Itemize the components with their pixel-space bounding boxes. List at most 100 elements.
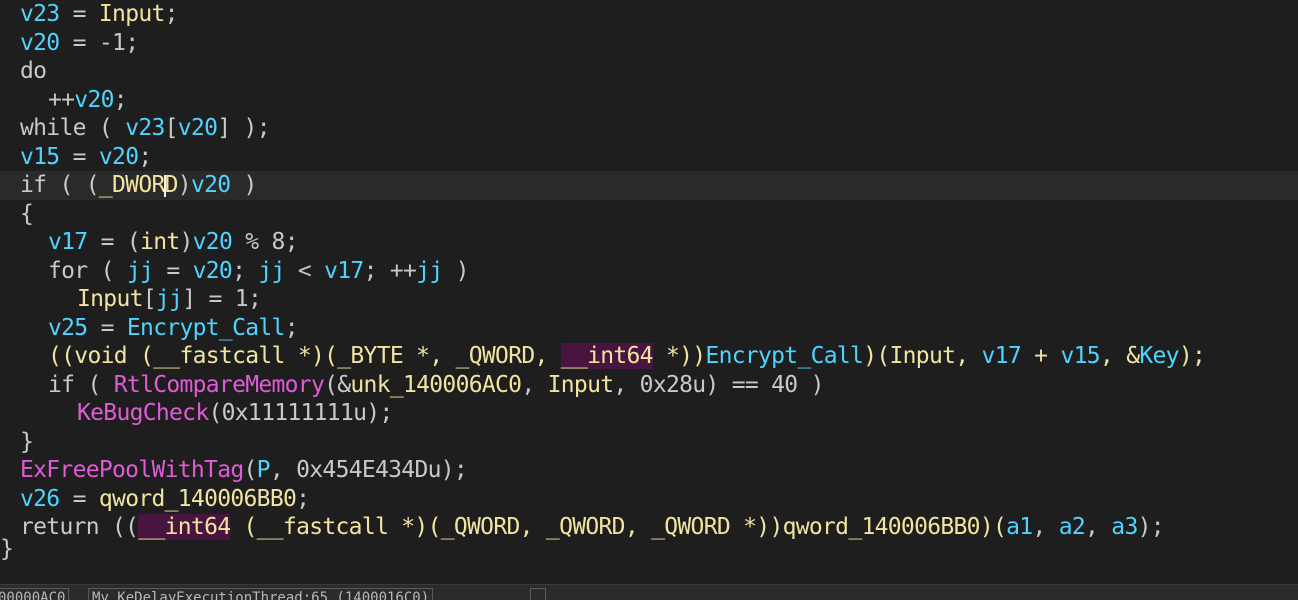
code-token: if ( <box>48 371 114 398</box>
code-token: for ( <box>48 257 127 284</box>
code-token[interactable]: unk_140006AC0 <box>350 372 522 398</box>
status-address[interactable]: 00000AC0 <box>0 588 70 600</box>
code-token: = <box>87 314 127 341</box>
code-token[interactable]: Input <box>77 286 143 312</box>
code-token[interactable]: RtlCompareMemory <box>114 372 325 398</box>
code-line[interactable]: KeBugCheck(0x11111111u); <box>0 399 1298 428</box>
function-closing-brace: } <box>0 536 14 562</box>
code-token[interactable]: jj <box>416 258 443 284</box>
code-token[interactable]: qword_140006BB0 <box>99 486 297 512</box>
code-line[interactable]: v20 = -1; <box>0 29 1298 58</box>
code-token: ++ <box>48 86 75 113</box>
code-token: (& <box>324 371 351 398</box>
code-token[interactable]: v23 <box>20 1 60 27</box>
code-token[interactable]: _QWORD <box>441 514 521 540</box>
code-token: *)( <box>388 514 441 540</box>
code-token: { <box>20 200 34 227</box>
code-token: (( <box>48 343 75 369</box>
code-line[interactable]: do <box>0 57 1298 86</box>
pseudocode-view[interactable]: v23 = Input; v20 = -1; do ++v20; while (… <box>0 0 1298 542</box>
code-token[interactable]: v26 <box>20 486 60 512</box>
code-token[interactable]: _DWOR <box>99 172 165 198</box>
code-token[interactable]: Encrypt_Call <box>127 315 285 341</box>
code-token[interactable]: jj <box>127 258 154 284</box>
code-token[interactable]: v20 <box>193 229 233 255</box>
code-token: ); <box>1178 343 1206 369</box>
code-token[interactable]: v25 <box>48 315 88 341</box>
code-token[interactable]: v23 <box>125 115 165 141</box>
code-line[interactable]: { <box>0 200 1298 229</box>
code-token[interactable]: v17 <box>982 343 1022 369</box>
code-token[interactable]: v20 <box>193 258 233 284</box>
code-line[interactable]: if ( RtlCompareMemory(&unk_140006AC0, In… <box>0 371 1298 400</box>
code-token[interactable]: P <box>257 457 271 483</box>
code-token[interactable]: __fastcall <box>153 343 285 369</box>
code-token[interactable]: jj <box>156 286 183 312</box>
code-token[interactable]: Input <box>890 343 956 369</box>
code-line[interactable]: ++v20; <box>0 86 1298 115</box>
code-token[interactable]: Encrypt_Call <box>705 343 863 369</box>
code-line[interactable]: v15 = v20; <box>0 143 1298 172</box>
code-token: , 0x28u) == 40 ) <box>613 371 824 398</box>
code-token-highlighted[interactable]: __int64 <box>138 514 231 540</box>
code-token: ; <box>138 143 152 170</box>
code-token[interactable]: qword_140006BB0 <box>783 514 981 540</box>
code-line[interactable]: v23 = Input; <box>0 0 1298 29</box>
code-token: , <box>519 514 546 540</box>
code-line[interactable]: ExFreePoolWithTag(P, 0x454E434Du); <box>0 456 1298 485</box>
code-token[interactable]: __fastcall <box>257 514 389 540</box>
code-token: , <box>521 371 548 398</box>
code-line[interactable]: } <box>0 428 1298 457</box>
code-line[interactable]: v17 = (int)v20 % 8; <box>0 228 1298 257</box>
code-line[interactable]: for ( jj = v20; jj < v17; ++jj ) <box>0 257 1298 286</box>
code-token[interactable]: a1 <box>1006 514 1033 540</box>
code-line[interactable]: return ((__int64 (__fastcall *)(_QWORD, … <box>0 513 1298 542</box>
code-token[interactable]: v20 <box>99 144 139 170</box>
code-token[interactable]: v20 <box>178 115 218 141</box>
code-token[interactable]: _QWORD <box>546 514 626 540</box>
code-token: *)) <box>730 514 783 540</box>
code-token[interactable]: v17 <box>48 229 88 255</box>
code-token: , <box>534 343 561 369</box>
code-token[interactable]: a3 <box>1111 514 1138 540</box>
code-line[interactable]: while ( v23[v20] ); <box>0 114 1298 143</box>
code-token[interactable]: Input <box>548 372 614 398</box>
code-token: ; ++ <box>363 257 417 284</box>
code-token[interactable]: jj <box>258 258 285 284</box>
code-token: , <box>1085 514 1112 540</box>
code-token: return (( <box>20 514 139 540</box>
code-token: , <box>955 343 982 369</box>
code-token[interactable]: v15 <box>1060 343 1100 369</box>
code-line[interactable]: v26 = qword_140006BB0; <box>0 485 1298 514</box>
code-token: ; <box>113 86 128 113</box>
code-token[interactable]: D <box>165 172 179 198</box>
code-line-current[interactable]: if ( (_DWORD)v20 ) <box>0 171 1298 200</box>
code-token: ; <box>296 485 310 512</box>
code-token[interactable]: a2 <box>1059 514 1086 540</box>
code-token: ) <box>442 257 470 284</box>
code-line[interactable]: ((void (__fastcall *)(_BYTE *, _QWORD, _… <box>0 342 1298 371</box>
code-token: + <box>1021 343 1061 369</box>
code-token-highlighted[interactable]: __int64 <box>560 343 654 369</box>
code-token[interactable]: _BYTE <box>337 343 403 369</box>
code-token: ) <box>177 172 192 198</box>
code-token[interactable]: ExFreePoolWithTag <box>20 457 244 483</box>
code-token[interactable]: v20 <box>191 172 231 198</box>
code-line[interactable]: Input[jj] = 1; <box>0 285 1298 314</box>
code-token[interactable]: Key <box>1139 343 1179 369</box>
code-token[interactable]: v20 <box>20 30 60 56</box>
code-token[interactable]: v15 <box>20 144 60 170</box>
code-token[interactable]: KeBugCheck <box>77 400 209 426</box>
code-token[interactable]: int <box>140 229 180 255</box>
code-token[interactable]: void <box>74 343 127 369</box>
code-token: if ( ( <box>20 172 100 198</box>
code-token[interactable]: v20 <box>74 87 114 113</box>
code-token: ) <box>230 172 258 198</box>
code-token[interactable]: _QWORD <box>651 514 731 540</box>
code-token: = <box>59 143 99 170</box>
code-line[interactable]: v25 = Encrypt_Call; <box>0 314 1298 343</box>
code-token[interactable]: _QWORD <box>456 343 536 369</box>
code-token[interactable]: Input <box>99 1 165 27</box>
status-location[interactable]: My_KeDelayExecutionThread:65 (1400016C0) <box>88 588 434 600</box>
code-token[interactable]: v17 <box>324 258 364 284</box>
